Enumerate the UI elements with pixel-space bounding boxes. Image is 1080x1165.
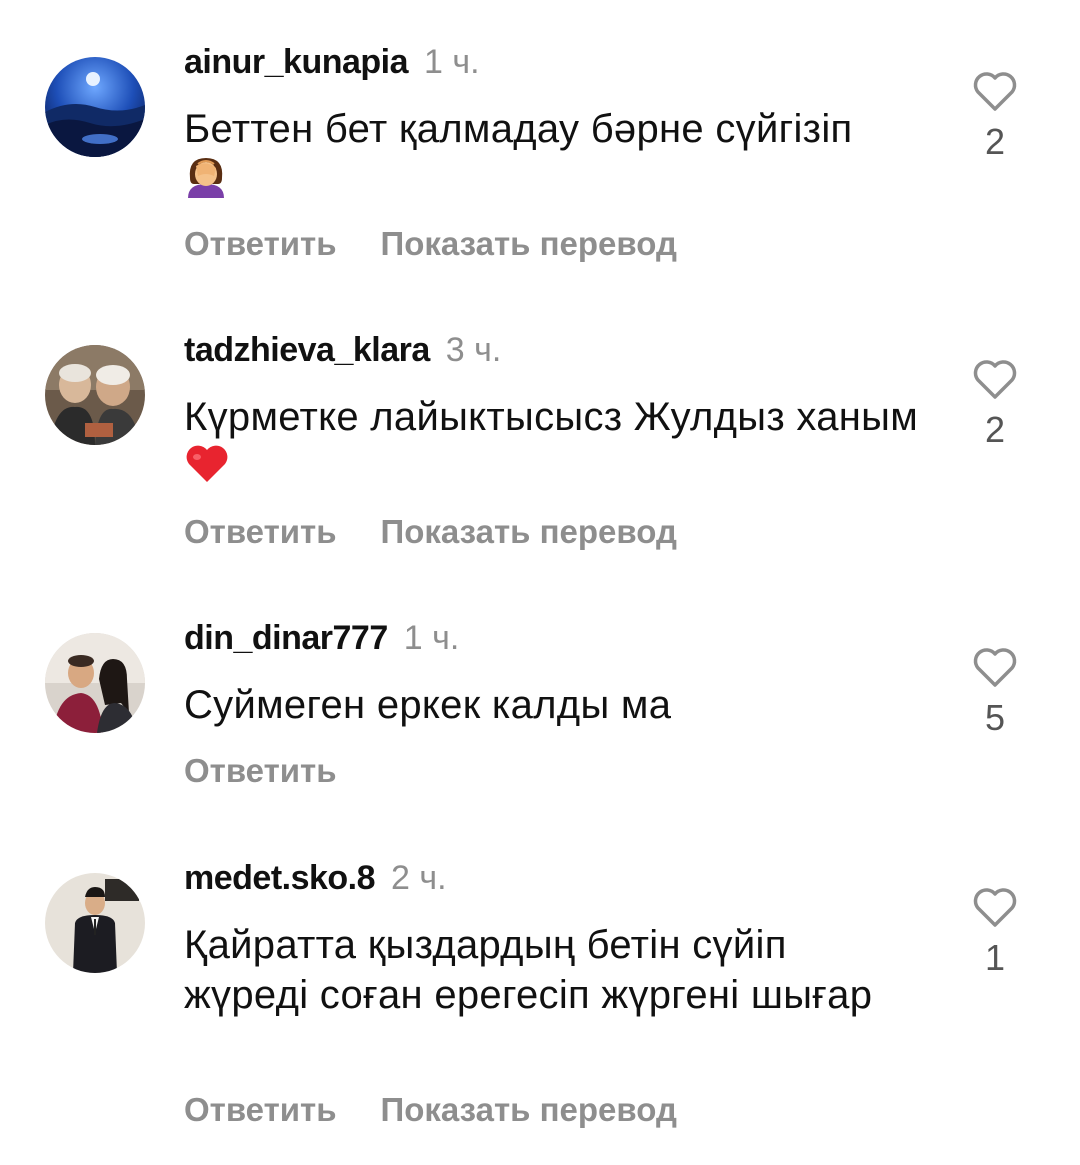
heart-outline-icon[interactable] xyxy=(966,70,1024,112)
like-count: 1 xyxy=(984,937,1006,978)
reply-button[interactable]: Ответить xyxy=(184,1090,337,1130)
comment-actions: Ответить Показать перевод xyxy=(184,1090,677,1130)
comment-meta: din_dinar777 1 ч. xyxy=(184,618,459,658)
avatar[interactable] xyxy=(45,57,145,157)
like-control: 5 xyxy=(966,646,1024,738)
heart-outline-icon[interactable] xyxy=(966,886,1024,928)
red-heart-icon xyxy=(184,442,230,496)
timestamp: 1 ч. xyxy=(403,619,460,657)
comment-item: din_dinar777 1 ч. Суймеген еркек калды ма… xyxy=(0,618,1080,798)
like-count: 5 xyxy=(984,697,1006,738)
comment-body: Қайратта қыздардың бетін сүйіп жүреді со… xyxy=(184,923,873,1017)
comment-meta: medet.sko.8 2 ч. xyxy=(184,858,447,898)
reply-button[interactable]: Ответить xyxy=(184,751,337,791)
comment-actions: Ответить Показать перевод xyxy=(184,512,677,552)
username[interactable]: din_dinar777 xyxy=(184,619,388,657)
reply-button[interactable]: Ответить xyxy=(184,224,337,264)
comment-text: Беттен бет қалмадау бәрне сүйгізіп xyxy=(184,104,924,212)
username[interactable]: tadzhieva_klara xyxy=(184,331,430,369)
comment-body: Күрметке лайыктысысз Жулдыз ханым xyxy=(184,395,919,439)
like-count: 2 xyxy=(984,409,1006,450)
like-count: 2 xyxy=(984,121,1006,162)
comment-item: ainur_kunapia 1 ч. Беттен бет қалмадау бә… xyxy=(0,42,1080,282)
like-control: 1 xyxy=(966,886,1024,978)
comment-body: Суймеген еркек калды ма xyxy=(184,683,672,727)
timestamp: 2 ч. xyxy=(391,859,447,897)
heart-outline-icon[interactable] xyxy=(966,358,1024,400)
username[interactable]: ainur_kunapia xyxy=(184,43,409,81)
like-control: 2 xyxy=(966,70,1024,162)
avatar[interactable] xyxy=(45,633,145,733)
comment-meta: tadzhieva_klara 3 ч. xyxy=(184,330,501,370)
comment-text: Суймеген еркек калды ма xyxy=(184,680,924,730)
timestamp: 3 ч. xyxy=(445,331,502,369)
comment-meta: ainur_kunapia 1 ч. xyxy=(184,42,480,82)
show-translation-button[interactable]: Показать перевод xyxy=(381,1090,677,1130)
avatar[interactable] xyxy=(45,345,145,445)
comment-actions: Ответить Показать перевод xyxy=(184,224,677,264)
reply-button[interactable]: Ответить xyxy=(184,512,337,552)
comment-text: Күрметке лайыктысысз Жулдыз ханым xyxy=(184,392,924,496)
comment-actions: Ответить xyxy=(184,751,337,791)
comment-body: Беттен бет қалмадау бәрне сүйгізіп xyxy=(184,107,853,151)
show-translation-button[interactable]: Показать перевод xyxy=(381,512,677,552)
show-translation-button[interactable]: Показать перевод xyxy=(381,224,677,264)
heart-outline-icon[interactable] xyxy=(966,646,1024,688)
comment-text: Қайратта қыздардың бетін сүйіп жүреді со… xyxy=(184,920,904,1020)
like-control: 2 xyxy=(966,358,1024,450)
avatar[interactable] xyxy=(45,873,145,973)
comment-item: medet.sko.8 2 ч. Қайратта қыздардың бетін… xyxy=(0,858,1080,1148)
comment-item: tadzhieva_klara 3 ч. Күрметке лайыктысысз… xyxy=(0,330,1080,570)
timestamp: 1 ч. xyxy=(424,43,480,81)
woman-facepalming-icon xyxy=(184,154,228,212)
username[interactable]: medet.sko.8 xyxy=(184,859,376,897)
